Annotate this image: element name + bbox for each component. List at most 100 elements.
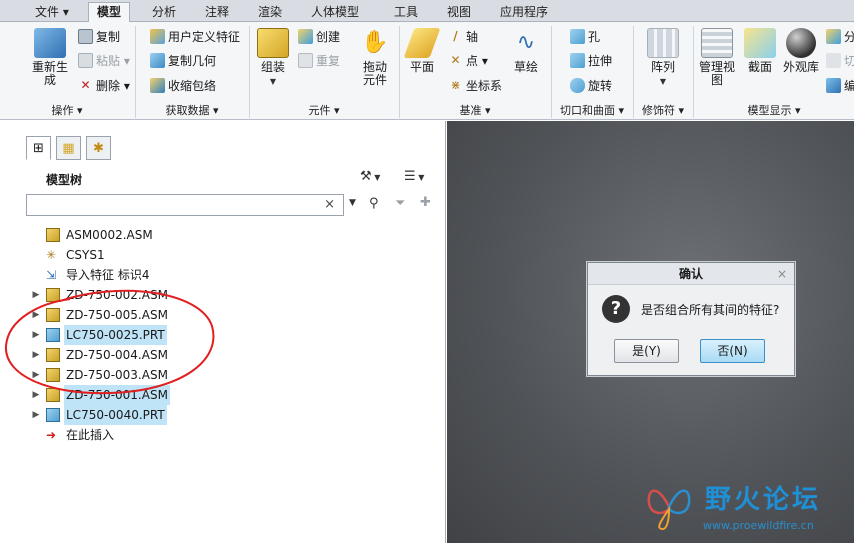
tab-analysis[interactable]: 分析 [143, 2, 185, 22]
create-component-icon [298, 29, 313, 44]
tab-model[interactable]: 模型 [88, 2, 131, 23]
ribbon-partial-button-1[interactable]: 分 [826, 28, 854, 45]
tab-tools[interactable]: 工具 [385, 2, 427, 22]
tab-folder-browser[interactable]: ▦ [56, 136, 81, 160]
drag-hand-icon: ✋ [359, 28, 391, 58]
expand-arrow-icon[interactable]: ▶ [30, 405, 42, 425]
pattern-button[interactable]: 阵列 ▼ [645, 28, 681, 88]
edit-icon [826, 78, 841, 93]
tree-structure-icon: ⊞ [33, 140, 44, 156]
manage-view-button[interactable]: 管理视图 [697, 28, 737, 87]
section-button[interactable]: 截面 [743, 28, 777, 74]
ribbon-partial-button-2[interactable]: 切 [826, 52, 854, 69]
tree-row[interactable]: ASM0002.ASM [30, 225, 155, 245]
dialog-message: 是否组合所有其间的特征? [641, 303, 780, 317]
find-button[interactable]: ⚲ [369, 196, 379, 211]
tab-render[interactable]: 渲染 [249, 2, 291, 22]
tree-row[interactable]: ▶ LC750-0040.PRT [30, 405, 167, 425]
import-feature-icon: ⇲ [46, 268, 57, 282]
tab-file[interactable]: 文件 ▾ [26, 2, 78, 22]
csys-icon: ✳ [46, 248, 57, 262]
chevron-down-icon: ▼ [371, 173, 381, 182]
pattern-icon [647, 28, 679, 58]
manage-view-icon [701, 28, 733, 58]
annotation-circle-stroke [4, 289, 215, 395]
expand-add-button[interactable]: ✚ [420, 195, 431, 210]
regenerate-button[interactable]: 重新生成 [30, 28, 70, 87]
repeat-button[interactable]: 重复 [298, 52, 340, 69]
folder-icon: ▦ [62, 140, 75, 156]
chevron-down-icon: ▼ [659, 77, 667, 86]
plane-button[interactable]: 平面 [403, 28, 441, 74]
copy-button[interactable]: 复制 [78, 28, 120, 45]
tree-search-input[interactable]: × [26, 194, 344, 216]
tree-filter-menu-button[interactable]: ☰ ▼ [404, 169, 424, 184]
tab-view[interactable]: 视图 [438, 2, 480, 22]
group-label-get-data[interactable]: 获取数据 ▾ [136, 102, 248, 119]
extrude-button[interactable]: 拉伸 [570, 52, 612, 69]
filter-funnel-icon: ⏷ [395, 196, 406, 211]
hole-icon [570, 29, 585, 44]
udf-icon [150, 29, 165, 44]
ribbon-tab-bar: 文件 ▾ 模型 分析 注释 渲染 人体模型 工具 视图 应用程序 [0, 0, 854, 23]
group-label-operation[interactable]: 操作 ▾ [0, 102, 134, 119]
axis-button[interactable]: / 轴 [448, 28, 478, 45]
revolve-button[interactable]: 旋转 [570, 77, 612, 94]
tree-row[interactable]: ✳ CSYS1 [30, 245, 107, 265]
tools-icon: ⚒ [360, 169, 372, 184]
drag-component-button[interactable]: ✋ 拖动元件 [358, 28, 392, 87]
assemble-button[interactable]: 组装 ▼ [255, 28, 291, 88]
yes-button[interactable]: 是(Y) [614, 339, 679, 363]
tab-human-model[interactable]: 人体模型 [302, 2, 368, 22]
shrinkwrap-button[interactable]: 收缩包络 [150, 77, 216, 94]
model-tree-panel: ⊞ ▦ ✱ 模型树 ⚒ ▼ ☰ ▼ × ▼ ⚲ ⏷ ✚ ASM0002.ASM ✳… [0, 121, 446, 543]
tree-row-label: 在此插入 [66, 428, 115, 442]
copy-icon [78, 29, 93, 44]
filter-button[interactable]: ⏷ [395, 196, 405, 211]
group-label-datum[interactable]: 基准 ▾ [400, 102, 550, 119]
hole-button[interactable]: 孔 [570, 28, 600, 45]
chevron-down-icon: ▼ [349, 198, 356, 208]
tab-favorites[interactable]: ✱ [86, 136, 111, 160]
tab-applications[interactable]: 应用程序 [491, 2, 557, 22]
copy-geometry-button[interactable]: 复制几何 [150, 52, 216, 69]
search-options-button[interactable]: ▼ [349, 198, 356, 208]
tab-model-tree[interactable]: ⊞ [26, 136, 51, 160]
coord-sys-button[interactable]: ⋇ 坐标系 [448, 77, 502, 94]
plus-icon: ✚ [420, 195, 431, 210]
delete-button[interactable]: ✕ 删除 ▾ [78, 77, 129, 94]
chevron-down-icon: ▼ [269, 77, 277, 86]
paste-button[interactable]: 粘贴 ▾ [78, 52, 130, 69]
point-button[interactable]: ✕ 点 ▾ [448, 52, 487, 69]
group-label-component[interactable]: 元件 ▾ [250, 102, 398, 119]
clear-search-icon[interactable]: × [324, 197, 335, 212]
sketch-wave-icon: ∿ [516, 30, 536, 55]
create-button[interactable]: 创建 [298, 28, 340, 45]
tree-row[interactable]: ➜ 在此插入 [30, 425, 116, 445]
tree-row-label: ASM0002.ASM [66, 228, 153, 242]
appearance-library-button[interactable]: 外观库 [783, 28, 819, 74]
model-tree-title: 模型树 [46, 173, 83, 187]
group-label-cut-surface[interactable]: 切口和曲面 ▾ [552, 102, 632, 119]
plane-icon [403, 28, 441, 58]
user-defined-feature-button[interactable]: 用户定义特征 [150, 28, 240, 45]
ribbon-partial-button-3[interactable]: 编 [826, 77, 854, 94]
tree-row-label: LC750-0040.PRT [64, 405, 167, 425]
cube-icon [826, 29, 841, 44]
copy-geometry-icon [150, 53, 165, 68]
tree-settings-button[interactable]: ⚒ ▼ [360, 169, 380, 184]
sketch-button[interactable]: ∿ 草绘 [508, 28, 544, 74]
tab-annotate[interactable]: 注释 [196, 2, 238, 22]
tree-row-label: CSYS1 [66, 248, 105, 262]
revolve-icon [570, 78, 585, 93]
repeat-icon [298, 53, 313, 68]
no-button[interactable]: 否(N) [700, 339, 765, 363]
list-icon: ☰ [404, 169, 416, 184]
close-icon[interactable]: × [777, 263, 787, 285]
group-label-model-display[interactable]: 模型显示 ▾ [694, 102, 854, 119]
part-icon [46, 408, 60, 422]
watermark-url: www.proewildfire.cn [703, 519, 814, 532]
extrude-icon [570, 53, 585, 68]
group-label-modifier[interactable]: 修饰符 ▾ [634, 102, 692, 119]
favorites-star-icon: ✱ [93, 140, 104, 156]
